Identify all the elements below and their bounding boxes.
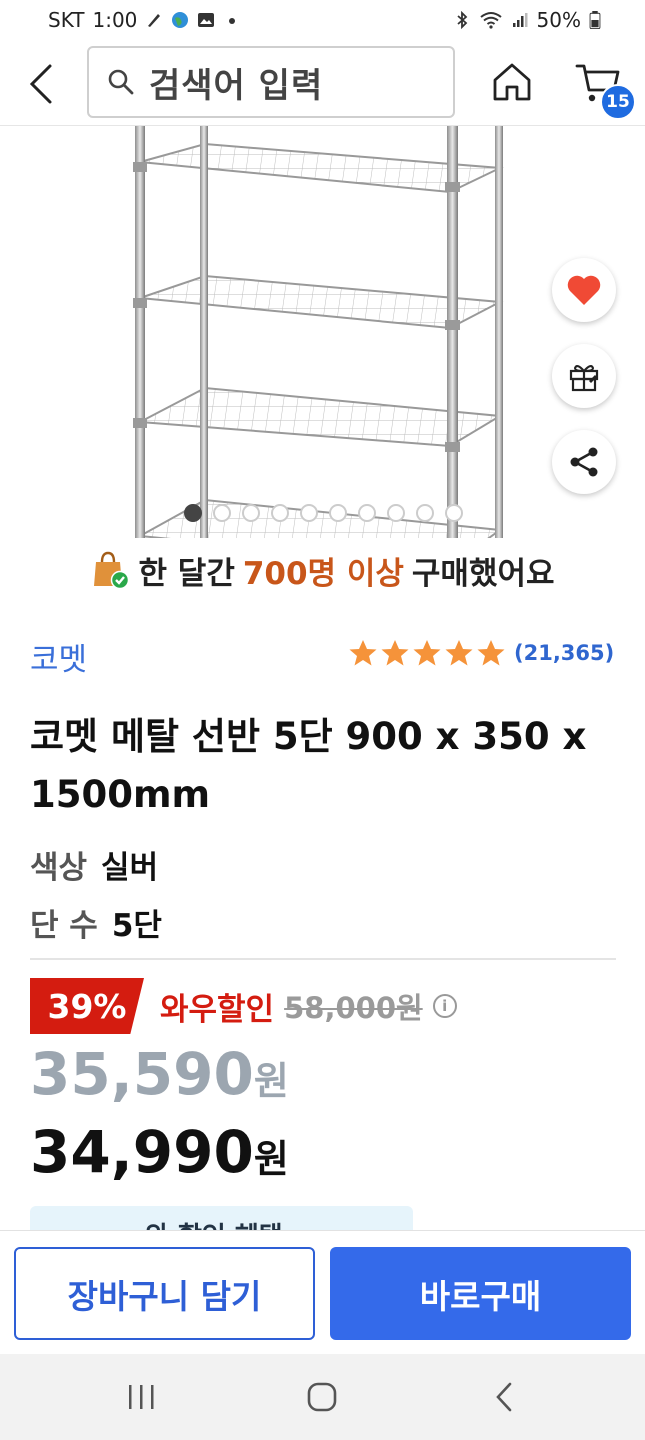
back-arrow-icon[interactable]	[24, 62, 60, 106]
carousel-indicator	[184, 504, 463, 522]
search-input[interactable]: 검색어 입력	[87, 46, 455, 118]
wishlist-button[interactable]	[552, 258, 616, 322]
home-icon[interactable]	[490, 60, 534, 104]
star-icon	[413, 640, 441, 666]
wow-price: 34,990원	[30, 1118, 289, 1186]
popularity-suffix: 구매했어요	[411, 555, 555, 592]
carousel-dot[interactable]	[213, 504, 231, 522]
purchase-popularity: 한 달간 700명 이상 구매했어요	[0, 540, 645, 600]
heart-icon	[567, 275, 601, 305]
buy-now-button[interactable]: 바로구매	[330, 1247, 631, 1340]
rating-summary[interactable]: (21,365)	[348, 638, 614, 668]
globe-icon	[172, 12, 189, 28]
add-to-cart-button[interactable]: 장바구니 담기	[14, 1247, 315, 1340]
option-value: 5단	[111, 908, 162, 944]
review-count[interactable]: (21,365)	[514, 641, 614, 665]
system-navigation-bar	[0, 1354, 645, 1440]
gift-icon	[569, 365, 599, 392]
battery-label: 50%	[536, 8, 581, 32]
status-bar: SKT 1:00 50%	[0, 0, 645, 40]
carousel-dot[interactable]	[329, 504, 347, 522]
shopping-bag-check-icon	[94, 551, 130, 590]
home-nav-icon[interactable]	[302, 1380, 342, 1414]
back-nav-icon[interactable]	[484, 1380, 524, 1414]
gift-button[interactable]	[552, 344, 616, 408]
signal-icon	[512, 13, 528, 27]
image-icon	[198, 13, 215, 27]
star-icon	[477, 640, 505, 666]
option-value: 실버	[101, 850, 159, 886]
carousel-dot[interactable]	[358, 504, 376, 522]
option-key: 단 수	[30, 908, 98, 944]
notification-pen-icon	[148, 14, 161, 27]
brand-link[interactable]: 코멧	[30, 634, 87, 679]
share-button[interactable]	[552, 430, 616, 494]
wifi-icon	[479, 12, 502, 29]
status-right: 50%	[453, 8, 601, 32]
share-icon	[570, 447, 598, 477]
recent-apps-icon[interactable]	[121, 1380, 161, 1414]
carousel-dot[interactable]	[445, 504, 463, 522]
carousel-dot[interactable]	[271, 504, 289, 522]
option-color: 색상 실버	[30, 842, 158, 887]
divider	[30, 958, 616, 960]
star-icon	[381, 640, 409, 666]
carousel-dot[interactable]	[300, 504, 318, 522]
currency-label: 원	[253, 1137, 289, 1181]
product-image-gallery[interactable]	[0, 126, 645, 538]
product-title: 코멧 메탈 선반 5단 900 x 350 x 1500mm	[30, 715, 587, 816]
carousel-dot[interactable]	[416, 504, 434, 522]
search-placeholder: 검색어 입력	[149, 65, 324, 106]
time-label: 1:00	[92, 8, 138, 32]
popularity-highlight: 700명 이상	[242, 555, 404, 592]
carrier-label: SKT	[48, 8, 85, 32]
sale-price-number: 35,590	[30, 1040, 254, 1108]
carousel-dot[interactable]	[242, 504, 260, 522]
cart-count-badge: 15	[600, 84, 636, 120]
carousel-dot[interactable]	[184, 504, 202, 522]
currency-label: 원	[253, 1059, 289, 1103]
option-key: 색상	[30, 850, 88, 886]
dot-icon	[229, 18, 236, 24]
search-icon	[108, 69, 134, 95]
option-tier: 단 수 5단	[30, 900, 162, 945]
status-left: SKT 1:00	[48, 8, 241, 32]
bluetooth-icon	[456, 11, 467, 29]
wow-price-number: 34,990	[30, 1118, 254, 1186]
app-header: 검색어 입력 15	[0, 40, 645, 126]
original-price: 58,000원	[284, 991, 423, 1025]
product-image	[133, 126, 504, 538]
sale-price: 35,590원	[30, 1040, 289, 1108]
bottom-action-bar: 장바구니 담기 바로구매	[0, 1230, 645, 1354]
wow-discount-label: 와우할인	[160, 991, 275, 1028]
carousel-dot[interactable]	[387, 504, 405, 522]
star-icon	[349, 640, 377, 666]
discount-row: 39% 와우할인 58,000원 i	[30, 978, 457, 1034]
battery-icon	[589, 11, 601, 29]
star-icon	[445, 640, 473, 666]
discount-rate-badge: 39%	[30, 978, 144, 1034]
popularity-prefix: 한 달간	[138, 555, 235, 592]
price-info-icon[interactable]: i	[432, 994, 457, 1018]
